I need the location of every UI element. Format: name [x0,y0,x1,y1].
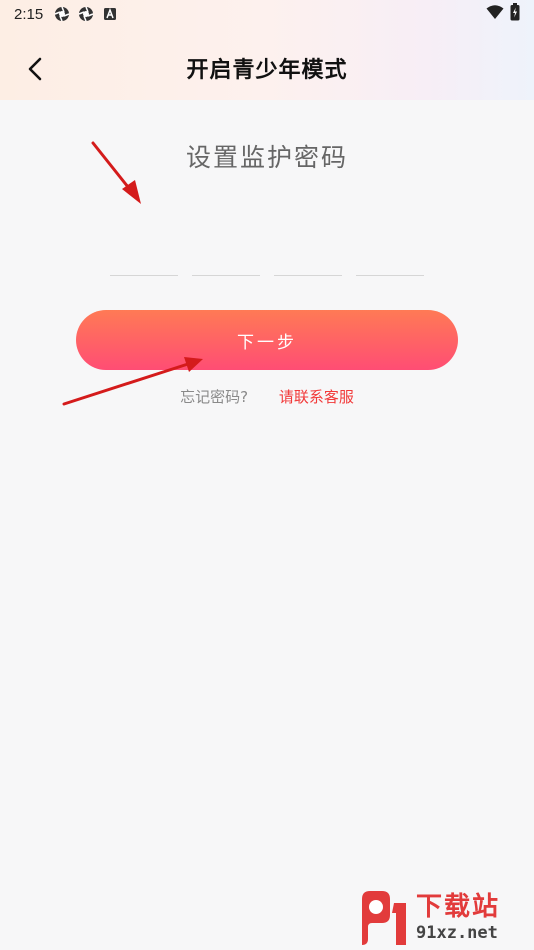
status-bar: 2:15 [0,0,534,28]
watermark-main-text: 下载站 [416,892,501,922]
a-box-icon [101,5,119,23]
pin-input[interactable] [110,250,424,276]
watermark: 下载站 91xz.net [356,888,528,948]
pin-slot-2[interactable] [192,250,260,276]
nav-bar: 开启青少年模式 [0,38,534,98]
page-title: 开启青少年模式 [186,58,348,83]
watermark-logo-icon [362,891,406,945]
wifi-icon [486,4,504,24]
contact-support-link[interactable]: 请联系客服 [279,388,354,406]
status-right-group [486,3,520,25]
pin-slot-4[interactable] [356,250,424,276]
forgot-password-label: 忘记密码? [180,388,249,406]
status-time: 2:15 [14,5,44,23]
pin-slot-1[interactable] [110,250,178,276]
chevron-left-icon [28,57,42,81]
section-title: 设置监护密码 [185,143,348,172]
back-button[interactable] [18,52,52,86]
pin-slot-3[interactable] [274,250,342,276]
watermark-sub-text: 91xz.net [416,923,498,943]
next-step-button[interactable]: 下一步 [76,310,458,370]
battery-icon [510,3,520,25]
aperture-icon [77,5,95,23]
forgot-password-row: 忘记密码? 请联系客服 [0,386,534,407]
aperture-icon [53,5,71,23]
